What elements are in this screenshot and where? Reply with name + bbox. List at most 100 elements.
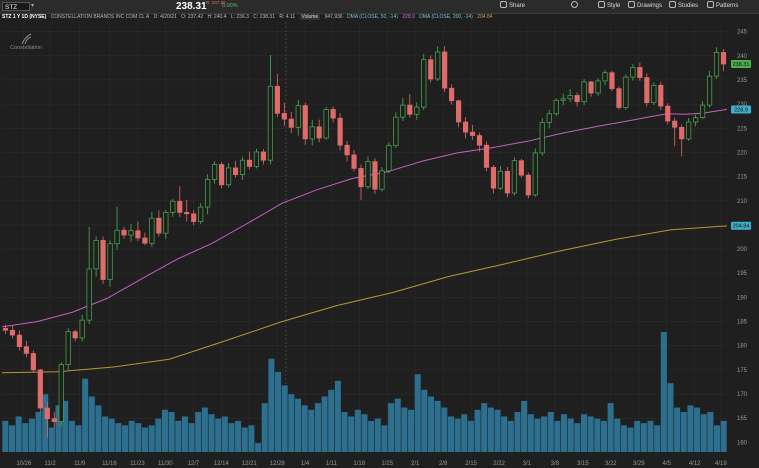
price-tick-label: 215: [737, 175, 748, 181]
share-button[interactable]: Share: [500, 1, 525, 11]
candle-body: [706, 75, 713, 106]
volume-bar: [314, 403, 321, 452]
candle-body: [469, 131, 476, 136]
volume-bar: [414, 374, 421, 452]
volume-bar: [128, 420, 135, 452]
price-tick-label: 200: [737, 247, 748, 253]
volume-bar: [188, 423, 195, 452]
volume-bar: [694, 407, 701, 452]
candle-body: [602, 72, 608, 82]
candle-body: [205, 179, 211, 208]
top-toolbar: STZ ▾ 238.31 R: 237.80 0.00% Share Style…: [0, 0, 759, 14]
price-chart[interactable]: 1601651701751801851901952002052102152202…: [0, 0, 759, 468]
candle-body: [449, 87, 455, 102]
legend-sma50-label[interactable]: DMA (CLOSE, 50, -14): [347, 14, 398, 20]
candle-body: [679, 126, 685, 140]
candle-body: [511, 160, 517, 194]
legend-sma50-value: 228.9: [402, 14, 415, 20]
volume-bar: [122, 425, 129, 452]
price-tick-label: 225: [737, 126, 748, 132]
date-axis: 10/26 11/2 11/9 11/16 11/23 11/30 12/7 12/14 12/…: [16, 461, 727, 467]
date-tick-label: 1/18: [353, 461, 365, 467]
candle-body: [323, 109, 329, 139]
pencil-icon: [628, 1, 635, 8]
volume-bar: [321, 396, 328, 452]
gear-button[interactable]: [571, 1, 580, 11]
candle-body: [693, 117, 699, 123]
date-tick-label: 2/8: [439, 461, 448, 467]
candle-body: [51, 418, 57, 422]
volume-bar: [434, 400, 441, 452]
patterns-button[interactable]: Patterns: [707, 1, 738, 11]
legend-volume-value: 947,936: [324, 14, 343, 20]
price-tick-label: 185: [737, 320, 748, 326]
volume-bar: [461, 414, 468, 452]
volume-bar: [521, 400, 528, 452]
drawings-label: Drawings: [637, 3, 663, 9]
sma200-tag: 204.84: [733, 224, 750, 230]
sma50-tag: 228.9: [734, 107, 748, 113]
price-tick-label: 195: [737, 271, 748, 277]
candle-body: [288, 118, 294, 128]
symbol-input[interactable]: STZ: [2, 2, 30, 11]
volume-bar: [15, 416, 22, 452]
candle-body: [546, 113, 552, 123]
legend-company-name: CONSTELLATION BRANDS INC COM CL A: [50, 14, 150, 20]
volume-bar: [281, 385, 288, 452]
price-tick-label: 210: [737, 199, 748, 205]
volume-bar: [308, 409, 315, 452]
candle-body: [456, 100, 462, 123]
candle-body: [525, 174, 531, 196]
candle-body: [421, 59, 427, 108]
date-tick-label: 11/2: [44, 461, 56, 467]
volume-bar: [328, 389, 335, 452]
candle-body: [260, 151, 266, 161]
candle-body: [539, 122, 545, 154]
volume-bar: [580, 414, 588, 452]
date-tick-label: 11/9: [74, 461, 86, 467]
volume-bar: [541, 416, 548, 452]
drawings-button[interactable]: Drawings: [628, 1, 662, 11]
candle-body: [72, 331, 78, 339]
volume-bar: [28, 418, 35, 452]
date-tick-label: 4/12: [689, 461, 701, 467]
volume-bar: [427, 396, 435, 452]
candle-body: [267, 85, 273, 161]
volume-bar: [215, 418, 222, 452]
legend-sma200-label[interactable]: DMA (CLOSE, 200, -14): [419, 14, 473, 20]
volume-bar: [620, 425, 627, 452]
volume-bar: [607, 403, 614, 452]
date-tick-label: 1/11: [326, 461, 338, 467]
volume-bar: [680, 412, 687, 452]
gear-icon: [571, 1, 578, 8]
sma50-path: [1, 108, 728, 328]
candle-body: [316, 126, 322, 139]
volume-bar: [155, 418, 162, 452]
date-tick-label: 3/15: [577, 461, 589, 467]
volume-bar: [527, 414, 534, 452]
style-label: Style: [607, 3, 621, 9]
studies-button[interactable]: Studies: [669, 1, 698, 11]
candle-body: [616, 88, 622, 108]
candle-body: [225, 167, 232, 186]
style-button[interactable]: Style: [598, 1, 620, 11]
volume-bar: [2, 420, 9, 452]
candle-body: [574, 95, 580, 103]
volume-bar: [361, 414, 368, 452]
volume-bar: [474, 409, 481, 452]
volume-bar: [208, 414, 215, 452]
legend-volume-label[interactable]: Volume: [299, 14, 321, 20]
candle-body: [30, 353, 36, 371]
volume-bar: [181, 416, 188, 452]
volume-bar: [674, 407, 681, 452]
volume-bar: [135, 423, 142, 452]
axis-background: [727, 22, 759, 468]
volume-bar: [514, 412, 521, 452]
date-tick-label: 3/22: [605, 461, 617, 467]
share-label: Share: [509, 3, 526, 9]
price-tick-label: 160: [737, 440, 748, 446]
volume-bar: [561, 414, 568, 452]
candle-body: [483, 144, 490, 168]
volume-bar: [348, 416, 355, 452]
symbol-dropdown-icon[interactable]: ▾: [31, 2, 34, 9]
